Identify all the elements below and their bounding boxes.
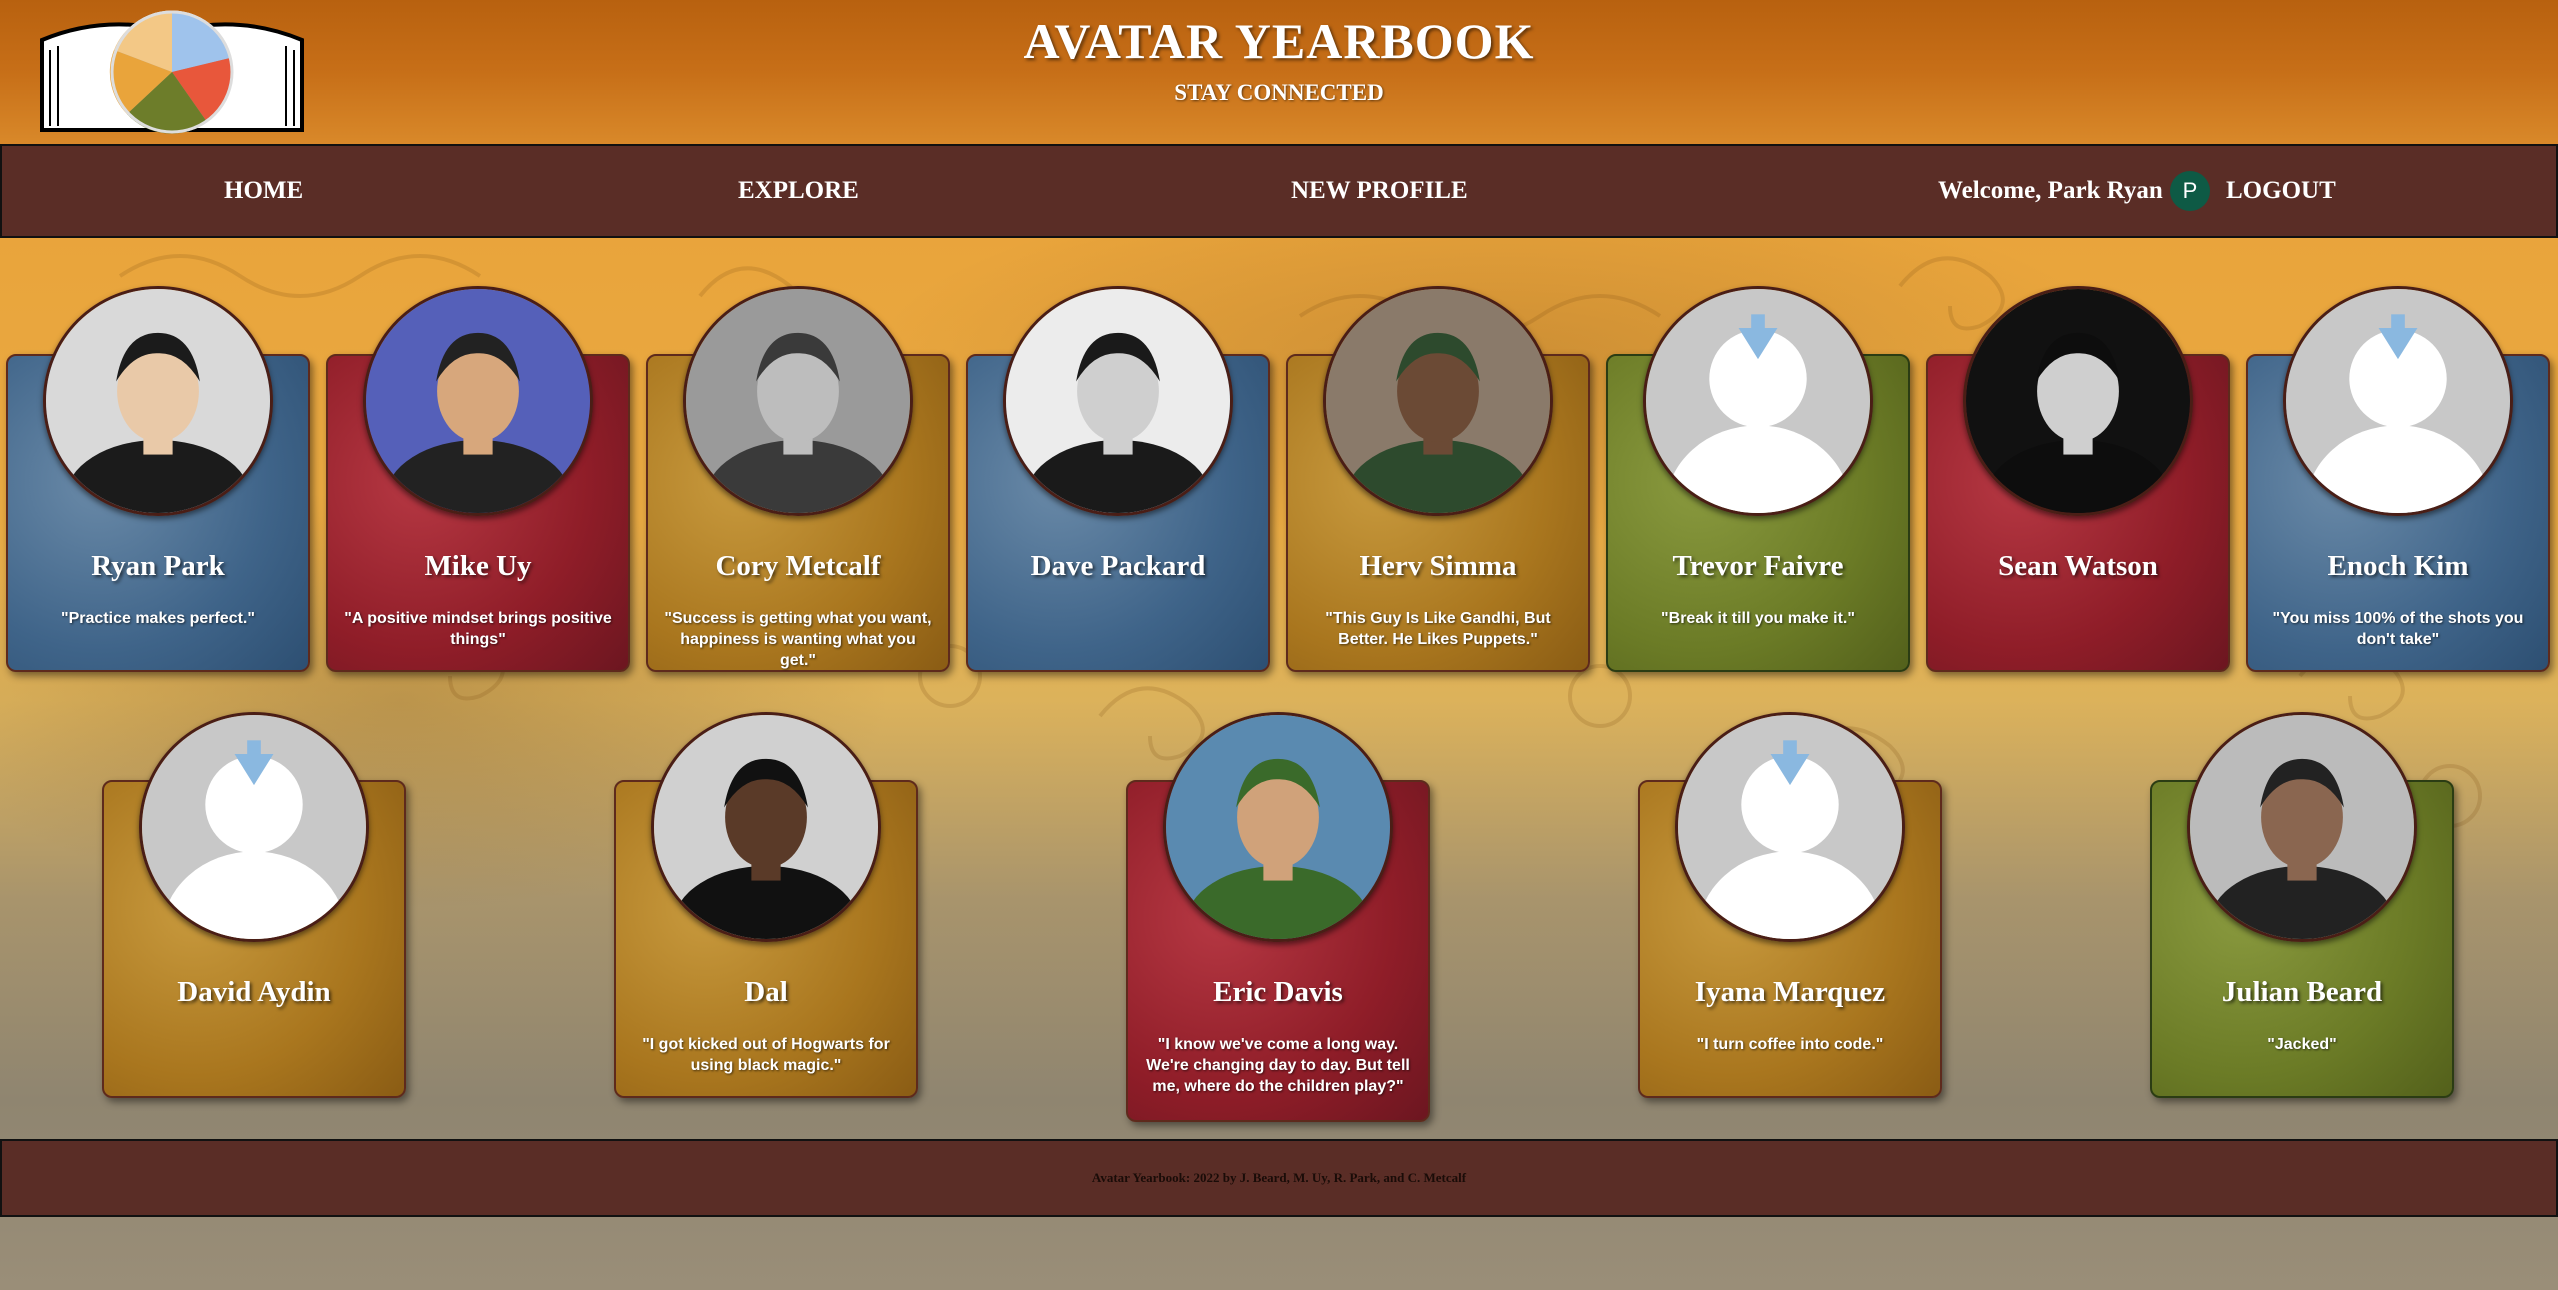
profile-name: Trevor Faivre [1672,550,1844,582]
profile-name: Mike Uy [424,550,532,582]
profile-photo[interactable] [1323,286,1553,516]
profile-name: Cory Metcalf [715,550,881,582]
default-avatar-icon[interactable] [2283,286,2513,516]
profile-quote: "I know we've come a long way. We're cha… [1146,1036,1410,1095]
site-footer: Avatar Yearbook: 2022 by J. Beard, M. Uy… [0,1139,2558,1217]
profile-quote: "This Guy Is Like Gandhi, But Better. He… [1325,610,1551,648]
default-avatar-icon[interactable] [139,712,369,942]
profile-quote: "I got kicked out of Hogwarts for using … [642,1036,890,1074]
site-title: AVATAR YEARBOOK [1023,13,1535,69]
profile-name: Herv Simma [1359,550,1517,582]
profile-photo[interactable] [363,286,593,516]
default-avatar-icon[interactable] [1675,712,1905,942]
user-avatar[interactable]: P [2170,171,2210,211]
profile-name: Ryan Park [91,550,225,582]
profile-quote: "Break it till you make it." [1661,610,1855,627]
nav-logout-link[interactable]: LOGOUT [2226,146,2336,236]
profile-photo[interactable] [1003,286,1233,516]
profile-photo[interactable] [651,712,881,942]
profile-photo[interactable] [2187,712,2417,942]
profile-quote: "Success is getting what you want, happi… [664,610,932,669]
profile-name: David Aydin [177,976,331,1008]
profile-quote: "Practice makes perfect." [61,610,255,627]
profile-quote: "A positive mindset brings positive thin… [344,610,612,648]
profile-photo[interactable] [1163,712,1393,942]
nav-explore-link[interactable]: EXPLORE [738,146,859,236]
profile-name: Eric Davis [1213,976,1343,1008]
profile-name: Julian Beard [2221,976,2383,1008]
profile-photo[interactable] [683,286,913,516]
profile-name: Dave Packard [1030,550,1206,582]
profile-name: Dal [744,976,788,1008]
profile-photo[interactable] [43,286,273,516]
profile-name: Iyana Marquez [1694,976,1886,1008]
profile-quote: "Jacked" [2267,1036,2337,1053]
welcome-text: Welcome, Park Ryan [1938,177,2163,204]
profile-quote: "I turn coffee into code." [1696,1036,1884,1053]
main-nav: HOME EXPLORE NEW PROFILE Welcome, Park R… [0,144,2558,238]
default-avatar-icon[interactable] [1643,286,1873,516]
nav-new-profile-link[interactable]: NEW PROFILE [1291,146,1468,236]
profile-quote: "You miss 100% of the shots you don't ta… [2272,610,2524,648]
nav-home-link[interactable]: HOME [224,146,303,236]
site-subtitle: STAY CONNECTED [1174,80,1384,105]
profile-name: Sean Watson [1998,550,2158,582]
profile-photo[interactable] [1963,286,2193,516]
site-header: AVATAR YEARBOOK STAY CONNECTED [0,0,2558,145]
profile-name: Enoch Kim [2327,550,2469,582]
